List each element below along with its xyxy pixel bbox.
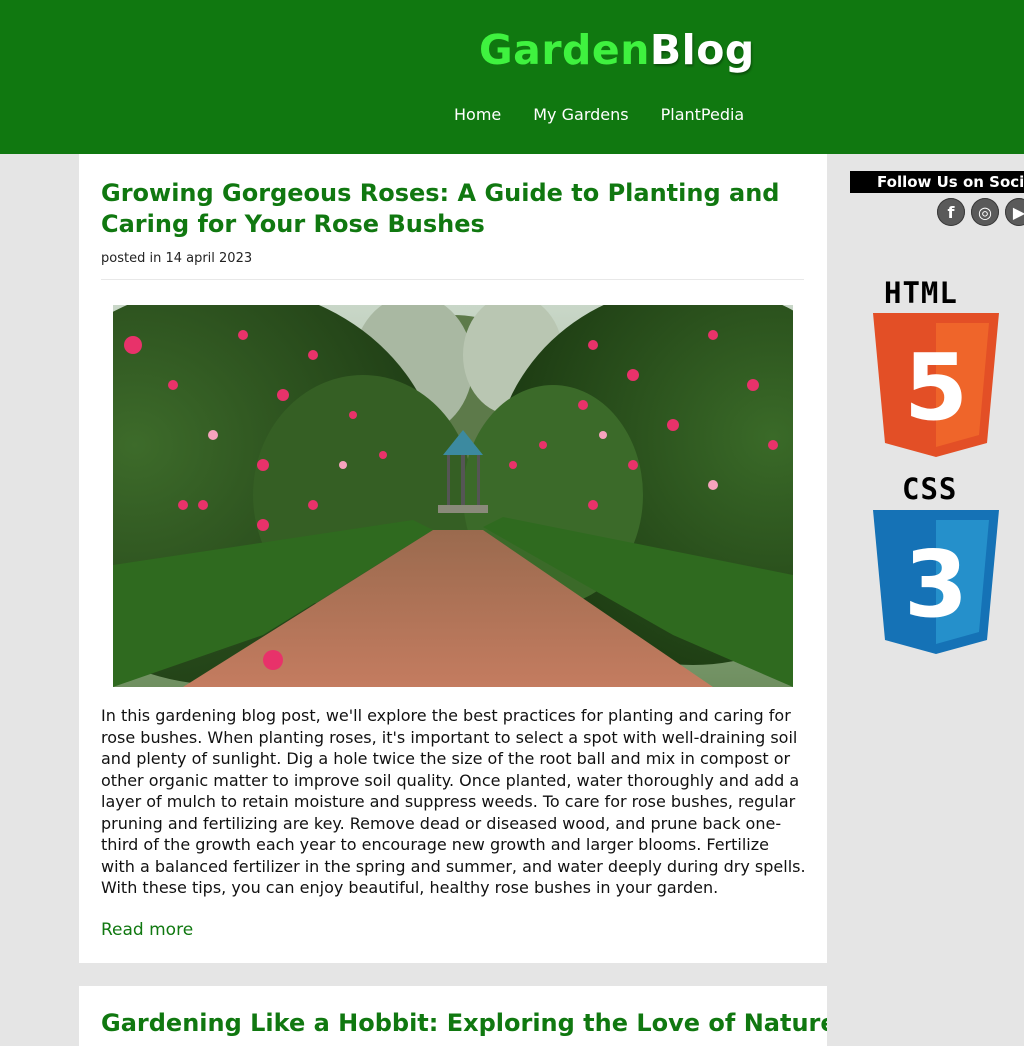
logo-blog-text: Blog bbox=[649, 26, 755, 74]
post-divider bbox=[101, 279, 804, 280]
site-header: GardenBlog Home My Gardens PlantPedia bbox=[0, 0, 1024, 154]
nav-my-gardens[interactable]: My Gardens bbox=[533, 104, 628, 126]
youtube-icon[interactable]: ▶ bbox=[1005, 198, 1024, 226]
blog-post-card: Growing Gorgeous Roses: A Guide to Plant… bbox=[79, 154, 827, 963]
rose-garden-path-image bbox=[113, 305, 793, 687]
css-label: CSS bbox=[902, 472, 958, 506]
nav-plantpedia[interactable]: PlantPedia bbox=[661, 104, 745, 126]
html-label: HTML bbox=[884, 276, 958, 310]
site-logo[interactable]: GardenBlog bbox=[479, 30, 755, 71]
follow-us-heading: Follow Us on Soci bbox=[850, 171, 1024, 193]
facebook-icon[interactable]: f bbox=[937, 198, 965, 226]
logo-garden-text: Garden bbox=[479, 26, 650, 74]
nav-home[interactable]: Home bbox=[454, 104, 501, 126]
post-hero-image bbox=[113, 305, 793, 687]
html5-icon: 5 bbox=[873, 313, 999, 457]
read-more-link[interactable]: Read more bbox=[101, 918, 193, 942]
post-title[interactable]: Growing Gorgeous Roses: A Guide to Plant… bbox=[101, 178, 781, 240]
post-body: In this gardening blog post, we'll explo… bbox=[101, 706, 806, 897]
instagram-icon[interactable]: ◎ bbox=[971, 198, 999, 226]
post-date: posted in 14 april 2023 bbox=[101, 251, 253, 266]
html5-badge-number: 5 bbox=[904, 334, 968, 441]
css3-badge-number: 3 bbox=[904, 531, 968, 638]
main-nav: Home My Gardens PlantPedia bbox=[454, 104, 744, 126]
blog-post-card-next: Gardening Like a Hobbit: Exploring the L… bbox=[79, 986, 827, 1046]
css3-icon: 3 bbox=[873, 510, 999, 654]
